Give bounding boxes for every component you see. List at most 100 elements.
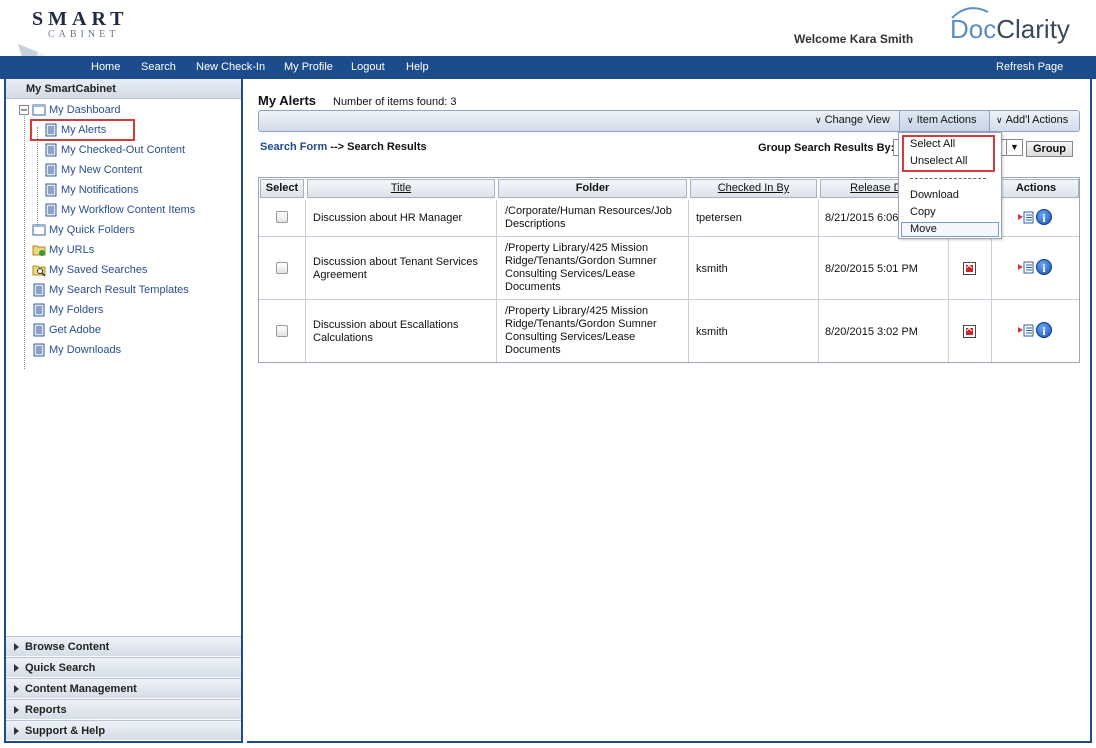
sidebar-item-label: My Checked-Out Content [61, 144, 186, 156]
row-select-checkbox[interactable] [276, 262, 288, 274]
info-icon[interactable]: i [1036, 322, 1052, 338]
table-row: Discussion about Escallations Calculatio… [259, 300, 1079, 363]
sidebar-item-label: My Folders [49, 304, 104, 316]
menu-item-move[interactable]: Move [910, 223, 937, 235]
sidebar: My SmartCabinet My Dashboard My Alerts M… [4, 79, 243, 743]
sidebar-item-label: My Dashboard [49, 104, 121, 116]
row-title[interactable]: Discussion about HR Manager [313, 212, 493, 224]
refresh-page-link[interactable]: Refresh Page [996, 61, 1063, 73]
sidebar-item-my-new-content[interactable]: My New Content [44, 161, 142, 179]
document-icon [33, 283, 45, 297]
info-icon[interactable]: i [1036, 259, 1052, 275]
document-icon [45, 163, 57, 177]
collapse-icon[interactable] [19, 105, 29, 115]
document-icon [45, 143, 57, 157]
document-icon [33, 343, 45, 357]
accordion-quick-search[interactable]: Quick Search [6, 657, 241, 677]
sidebar-item-my-search-result-templates[interactable]: My Search Result Templates [32, 281, 189, 299]
change-view-label: Change View [824, 114, 890, 126]
sidebar-item-label: My Notifications [61, 184, 139, 196]
sidebar-item-my-downloads[interactable]: My Downloads [32, 341, 121, 359]
folder-open-icon [32, 104, 46, 116]
sidebar-item-my-dashboard[interactable]: My Dashboard [32, 101, 121, 119]
welcome-text: Welcome Kara Smith [794, 32, 914, 46]
item-actions-menu: Select All Unselect All Download Copy Mo… [898, 132, 1002, 239]
sidebar-item-get-adobe[interactable]: Get Adobe [32, 321, 101, 339]
column-header-select: Select [260, 179, 304, 198]
column-header-title[interactable]: Title [307, 179, 495, 198]
sidebar-item-my-saved-searches[interactable]: My Saved Searches [32, 261, 147, 279]
row-title[interactable]: Discussion about Escallations Calculatio… [313, 319, 488, 345]
tree-connector [37, 127, 38, 231]
flag-broken-icon [963, 324, 976, 338]
row-release-date: 8/21/2015 6:06 [825, 212, 899, 224]
chevron-down-icon: ∨ [815, 115, 822, 125]
nav-my-profile[interactable]: My Profile [284, 61, 333, 73]
table-row: Discussion about Tenant Services Agreeme… [259, 237, 1079, 300]
list-view-icon[interactable] [1018, 261, 1034, 274]
column-header-checked-in-by[interactable]: Checked In By [690, 179, 817, 198]
accordion-browse-content[interactable]: Browse Content [6, 636, 241, 656]
sidebar-item-label: My Quick Folders [49, 224, 135, 236]
accordion-reports[interactable]: Reports [6, 699, 241, 719]
document-icon [45, 203, 57, 217]
info-icon[interactable]: i [1036, 209, 1052, 225]
nav-logout[interactable]: Logout [351, 61, 385, 73]
folder-open-icon [32, 224, 46, 236]
brand-clarity: Clarity [996, 14, 1070, 44]
selection-highlight [30, 119, 135, 141]
column-header-folder: Folder [498, 179, 687, 198]
top-navigation: Home Search New Check-In My Profile Logo… [0, 56, 1096, 79]
accordion-label: Reports [25, 704, 67, 716]
sidebar-item-label: My URLs [49, 244, 95, 256]
row-folder: /Corporate/Human Resources/Job Descripti… [505, 205, 672, 230]
row-select-checkbox[interactable] [276, 211, 288, 223]
row-folder: /Property Library/425 Mission Ridge/Tena… [505, 242, 657, 293]
tree-connector [24, 113, 25, 369]
sidebar-tree: My Dashboard My Alerts My Checked-Out Co… [6, 99, 241, 369]
item-actions-button[interactable]: ∨ Item Actions [907, 114, 977, 126]
row-title[interactable]: Discussion about Tenant Services Agreeme… [313, 256, 488, 282]
expand-arrow-icon [14, 727, 19, 735]
sidebar-item-my-notifications[interactable]: My Notifications [44, 181, 139, 199]
sidebar-item-label: My New Content [61, 164, 143, 176]
sidebar-item-my-urls[interactable]: My URLs [32, 241, 94, 259]
row-select-checkbox[interactable] [276, 325, 288, 337]
nav-new-check-in[interactable]: New Check-In [196, 61, 265, 73]
logo-text-smart: SMART [32, 8, 129, 30]
selection-highlight [902, 135, 995, 172]
accordion-content-management[interactable]: Content Management [6, 678, 241, 698]
dropdown-arrow-icon: ▼ [1006, 140, 1022, 155]
logo-text-cabinet: CABINET [48, 29, 120, 40]
results-toolbar: ∨ Change View ∨ Item Actions ∨ Add'l Action… [258, 110, 1080, 132]
nav-search[interactable]: Search [141, 61, 176, 73]
page-title: My Alerts [258, 93, 317, 108]
sidebar-item-label: My Saved Searches [49, 264, 148, 276]
change-view-button[interactable]: ∨ Change View [815, 114, 890, 126]
list-view-icon[interactable] [1018, 211, 1034, 224]
menu-item-download[interactable]: Download [910, 189, 959, 201]
sidebar-item-my-checked-out-content[interactable]: My Checked-Out Content [44, 141, 185, 159]
addl-actions-button[interactable]: ∨ Add'l Actions [996, 114, 1068, 126]
accordion-label: Support & Help [25, 725, 106, 737]
row-checked-in-by: ksmith [696, 263, 728, 275]
list-view-icon[interactable] [1018, 324, 1034, 337]
row-checked-in-by: ksmith [696, 326, 728, 338]
search-form-link[interactable]: Search Form [260, 141, 327, 153]
sidebar-item-my-quick-folders[interactable]: My Quick Folders [32, 221, 135, 239]
sidebar-item-my-workflow-content-items[interactable]: My Workflow Content Items [44, 201, 195, 219]
nav-help[interactable]: Help [406, 61, 429, 73]
document-icon [45, 183, 57, 197]
document-icon [33, 303, 45, 317]
flag-broken-icon [963, 261, 976, 275]
accordion-support-help[interactable]: Support & Help [6, 720, 241, 740]
sidebar-item-my-folders[interactable]: My Folders [32, 301, 103, 319]
group-button[interactable]: Group [1026, 141, 1073, 157]
addl-actions-label: Add'l Actions [1005, 114, 1069, 126]
menu-item-copy[interactable]: Copy [910, 206, 936, 218]
nav-home[interactable]: Home [91, 61, 120, 73]
brand-doc: Doc [950, 14, 997, 44]
folder-link-icon [32, 245, 46, 256]
items-found-count: Number of items found: 3 [333, 96, 457, 108]
group-by-label: Group Search Results By: [758, 142, 895, 154]
